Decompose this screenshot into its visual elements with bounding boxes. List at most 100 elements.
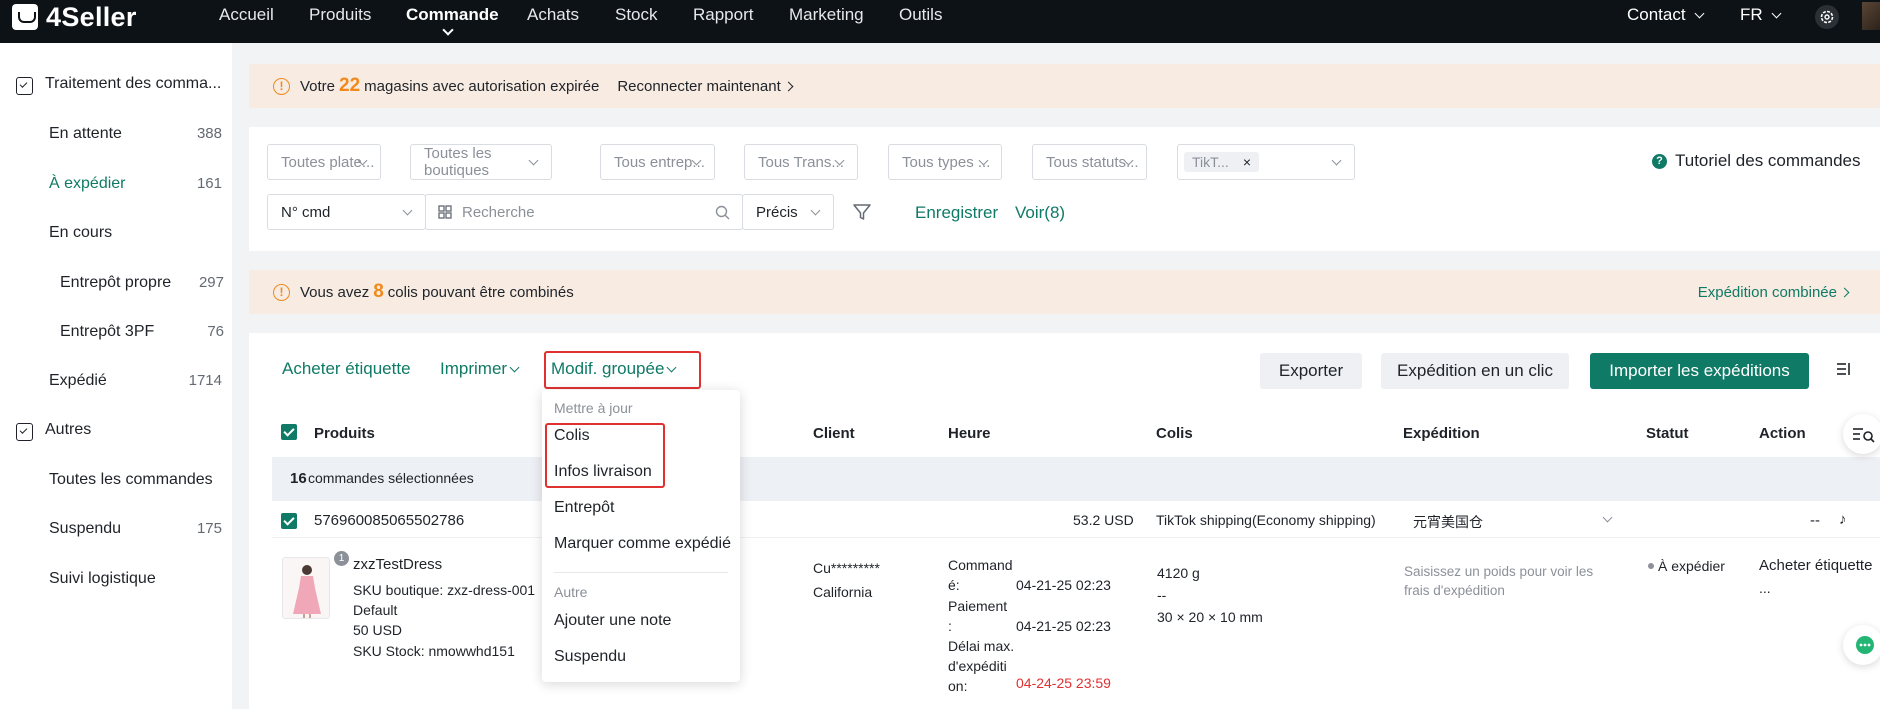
sidebar-item-entrepot-propre[interactable]: Entrepôt propre <box>60 274 171 292</box>
deadline-label-1: Délai max. <box>948 638 1015 654</box>
import-shipments-button[interactable]: Importer les expéditions <box>1590 353 1809 389</box>
sidebar-section-order-processing[interactable]: Traitement des comma... <box>45 75 221 93</box>
nav-accueil[interactable]: Accueil <box>219 5 274 25</box>
search-placeholder: Recherche <box>462 203 535 221</box>
combined-shipping-link[interactable]: Expédition combinée <box>1698 284 1850 301</box>
contact-menu[interactable]: Contact <box>1627 5 1705 25</box>
sidebar-count-entrepot-3pf: 76 <box>207 323 224 340</box>
sidebar-item-en-cours[interactable]: En cours <box>49 224 112 242</box>
dropdown-group-update: Mettre à jour <box>554 400 633 416</box>
dropdown-item-mark-shipped[interactable]: Marquer comme expédié <box>554 535 731 553</box>
status-select[interactable]: Tous statuts... <box>1032 144 1147 180</box>
deadline-label-2: d'expéditi <box>948 658 1007 674</box>
nav-rapport[interactable]: Rapport <box>693 5 753 25</box>
header-colis: Colis <box>1156 425 1193 442</box>
product-variant: Default <box>353 602 398 618</box>
order-time-label-1: Command <box>948 557 1013 573</box>
shop-select[interactable]: Toutes les boutiques <box>410 144 552 180</box>
export-button[interactable]: Exporter <box>1260 353 1362 389</box>
parcel-weight: 4120 g <box>1157 565 1200 581</box>
product-thumbnail[interactable] <box>282 557 330 619</box>
header-produits: Produits <box>314 425 375 442</box>
reconnect-link[interactable]: Reconnecter maintenant <box>617 78 794 95</box>
order-id[interactable]: 576960085065502786 <box>314 512 464 529</box>
product-sku: SKU boutique: zxz-dress-001 <box>353 582 536 598</box>
language-menu[interactable]: FR <box>1740 5 1782 25</box>
carrier-select[interactable]: Tous Trans... <box>744 144 858 180</box>
sidebar-item-suspendu[interactable]: Suspendu <box>49 520 121 538</box>
type-select[interactable]: Tous types ... <box>888 144 1002 180</box>
banner-text-post: magasins avec autorisation expirée <box>364 77 600 95</box>
sidebar-item-entrepot-3pf[interactable]: Entrepôt 3PF <box>60 323 154 341</box>
sidebar-item-en-attente[interactable]: En attente <box>49 125 122 143</box>
search-input[interactable]: Recherche <box>425 194 743 230</box>
save-filter-link[interactable]: Enregistrer <box>915 203 998 223</box>
nav-outils[interactable]: Outils <box>899 5 942 25</box>
view-saved-link[interactable]: Voir(8) <box>1015 203 1065 223</box>
search-list-float-button[interactable] <box>1843 414 1880 454</box>
sidebar-count-expedie: 1714 <box>188 372 222 389</box>
dropdown-group-other: Autre <box>554 584 588 600</box>
logo[interactable]: 4Seller <box>12 2 137 32</box>
dropdown-item-add-note[interactable]: Ajouter une note <box>554 612 671 630</box>
product-name[interactable]: zxzTestDress <box>353 555 442 575</box>
sidebar-item-expedie[interactable]: Expédié <box>49 372 107 390</box>
nav-stock[interactable]: Stock <box>615 5 658 25</box>
nav-commande[interactable]: Commande <box>406 5 499 25</box>
dropdown-item-entrepot[interactable]: Entrepôt <box>554 499 614 517</box>
select-all-checkbox[interactable] <box>281 424 297 440</box>
order-header-row: 576960085065502786 53.2 USD TikTok shipp… <box>272 504 1880 538</box>
chevron-down-icon <box>1331 155 1342 166</box>
chevron-down-icon <box>1694 8 1705 18</box>
nav-active-caret-icon <box>442 24 454 36</box>
nav-achats[interactable]: Achats <box>527 5 579 25</box>
close-icon[interactable]: × <box>1243 154 1251 170</box>
dropdown-item-suspend[interactable]: Suspendu <box>554 648 626 666</box>
print-menu[interactable]: Imprimer <box>440 359 520 379</box>
one-click-shipping-button[interactable]: Expédition en un clic <box>1381 353 1569 389</box>
logo-text: 4Seller <box>46 1 137 32</box>
shipping-method: TikTok shipping(Economy shipping) <box>1156 512 1376 528</box>
tag-select[interactable]: TikT... × <box>1177 144 1355 180</box>
order-checkbox[interactable] <box>281 513 297 529</box>
header-heure: Heure <box>948 425 991 442</box>
row-buy-label-link[interactable]: Acheter étiquette <box>1759 556 1872 576</box>
chat-support-button[interactable] <box>1843 625 1880 665</box>
warehouse-value[interactable]: 元宵美国仓 <box>1413 512 1483 532</box>
filter-panel: Toutes plate... Toutes les boutiques Tou… <box>249 127 1880 251</box>
selection-summary-row: 16 commandes sélectionnées <box>272 457 1880 501</box>
order-dash: -- <box>1810 512 1820 529</box>
column-settings-icon[interactable] <box>1836 362 1852 376</box>
filter-icon[interactable] <box>852 202 872 222</box>
row-more-actions[interactable]: ... <box>1759 578 1771 598</box>
search-field-select[interactable]: N° cmd <box>267 194 426 230</box>
buy-label-button[interactable]: Acheter étiquette <box>282 359 411 379</box>
sidebar-item-a-expedier[interactable]: À expédier <box>49 175 126 193</box>
tag-label: TikT... <box>1192 154 1229 170</box>
combinable-parcels-banner: ! Vous avez 8 colis pouvant être combiné… <box>249 270 1880 314</box>
ship-deadline: 04-24-25 23:59 <box>1016 675 1111 691</box>
shipping-hint-line1: Saisissez un poids pour voir les <box>1404 564 1594 579</box>
chevron-down-icon <box>1771 8 1782 18</box>
order-tutorial-link[interactable]: ? Tutoriel des commandes <box>1652 151 1861 171</box>
match-mode-select[interactable]: Précis <box>742 194 834 230</box>
nav-produits[interactable]: Produits <box>309 5 371 25</box>
search-icon[interactable] <box>715 205 730 220</box>
nav-marketing[interactable]: Marketing <box>789 5 864 25</box>
chevron-right-icon <box>1839 287 1850 297</box>
payment-time-label-2: : <box>948 618 952 634</box>
sidebar-count-suspendu: 175 <box>196 520 222 537</box>
chevron-down-icon[interactable] <box>1602 512 1613 523</box>
sidebar-item-suivi-logistique[interactable]: Suivi logistique <box>49 570 156 588</box>
highlight-box <box>545 423 665 488</box>
deadline-label-3: on: <box>948 678 968 694</box>
expired-authorization-banner: ! Votre 22 magasins avec autorisation ex… <box>249 64 1880 108</box>
sidebar-section-autres[interactable]: Autres <box>45 421 91 439</box>
sidebar-item-toutes-commandes[interactable]: Toutes les commandes <box>49 471 213 489</box>
warehouse-select[interactable]: Tous entrep... <box>600 144 715 180</box>
match-mode-value: Précis <box>756 203 798 221</box>
print-label: Imprimer <box>440 359 508 378</box>
settings-button[interactable] <box>1815 5 1839 29</box>
user-avatar[interactable] <box>1862 2 1880 30</box>
platform-select[interactable]: Toutes plate... <box>267 144 381 180</box>
